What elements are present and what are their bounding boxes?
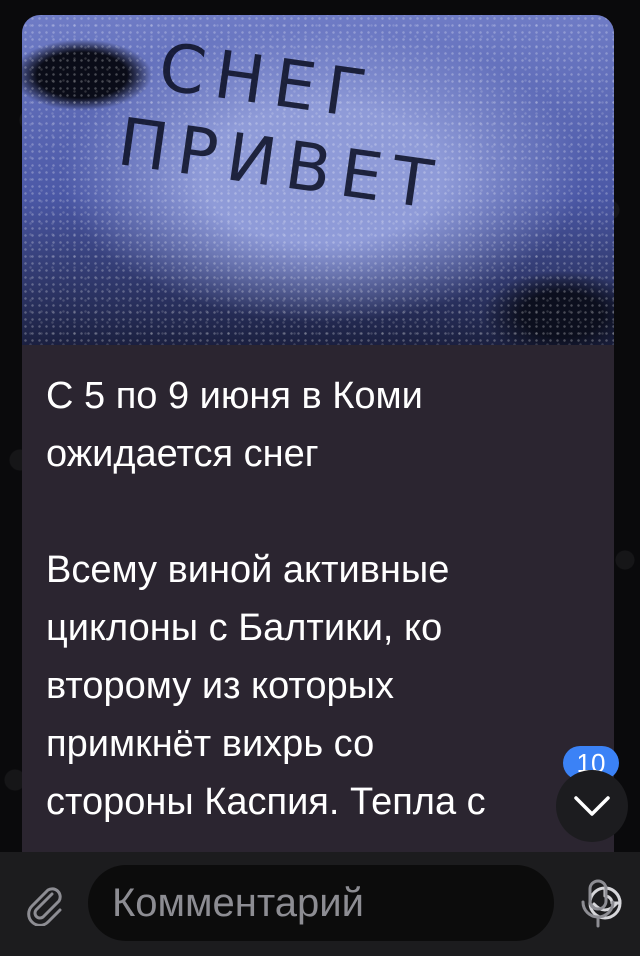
- comment-input-placeholder: Комментарий: [112, 881, 364, 925]
- caption-line: примкнёт вихрь со: [46, 723, 375, 765]
- caption-line: С 5 по 9 июня в Коми: [46, 375, 423, 417]
- post-photo[interactable]: СНЕГ ПРИВЕТ: [22, 15, 614, 345]
- chevron-down-icon: [574, 796, 610, 816]
- caption-line: второму из которых: [46, 665, 394, 707]
- comment-composer: Комментарий: [0, 852, 640, 956]
- attach-button[interactable]: [22, 882, 66, 927]
- comment-input[interactable]: Комментарий: [88, 865, 622, 941]
- caption-line: ожидается снег: [46, 433, 319, 475]
- microphone-icon: [581, 879, 615, 928]
- caption-line: циклоны с Балтики, ко: [46, 607, 443, 649]
- paperclip-icon: [27, 887, 62, 927]
- caption-line: стороны Каспия. Тепла с: [46, 781, 486, 823]
- scroll-to-bottom-button[interactable]: [556, 770, 628, 842]
- caption-line: Всему виной активные: [46, 549, 450, 591]
- photo-snow-writing: СНЕГ ПРИВЕТ: [113, 23, 601, 247]
- voice-message-button[interactable]: [578, 878, 618, 930]
- channel-post[interactable]: СНЕГ ПРИВЕТ С 5 по 9 июня в Коми ожидает…: [22, 15, 614, 860]
- post-caption: С 5 по 9 июня в Коми ожидается снег Всем…: [46, 367, 606, 831]
